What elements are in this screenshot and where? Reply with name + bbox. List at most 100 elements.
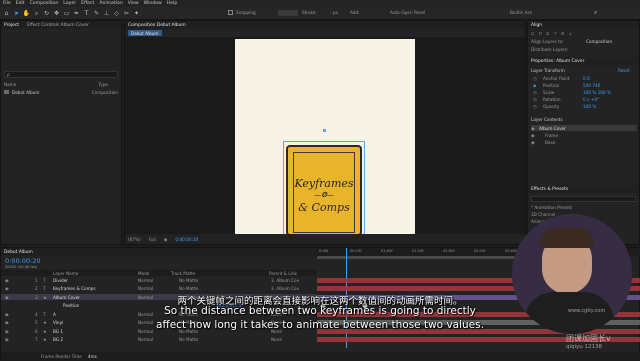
tab-project[interactable]: Project	[4, 23, 19, 28]
comp-timecode[interactable]: 0:00:00:20	[175, 237, 198, 242]
layer-row[interactable]: ◉ 7 ★ BG 2 Normal No Matte None	[1, 337, 316, 343]
project-search-input[interactable]: ρ	[4, 71, 118, 78]
album-title-line2: & Comps	[298, 201, 350, 214]
align-right-icon[interactable]: ⊐	[546, 31, 550, 36]
align-left-icon[interactable]: ⊏	[531, 31, 535, 36]
layer-mode-select[interactable]: Normal	[138, 286, 153, 291]
resolution-select[interactable]: Full	[149, 237, 156, 242]
tab-effect-controls[interactable]: Effect Controls Album Cover	[27, 23, 89, 28]
home-icon[interactable]: ⌂	[3, 10, 10, 17]
align-to-select[interactable]: Composition	[586, 39, 612, 44]
layer-name[interactable]: Keyframes & Comps	[53, 286, 96, 291]
layer-number: 1	[35, 277, 38, 283]
layer-mode-select[interactable]: Normal	[138, 337, 153, 342]
workspace-label[interactable]: Builtin Ass	[510, 10, 532, 15]
layer-name[interactable]: BG 2	[53, 337, 63, 342]
effects-item-presets[interactable]: * Animation Presets	[531, 205, 572, 210]
magnification-select[interactable]: (67%)	[128, 237, 141, 242]
reset-button[interactable]: Reset	[618, 68, 630, 73]
menu-view[interactable]: View	[128, 1, 139, 6]
eraser-tool-icon[interactable]: ◇	[113, 10, 120, 17]
pan-behind-icon[interactable]: ✥	[53, 10, 60, 17]
eye-icon[interactable]: ◉	[5, 286, 9, 291]
prop-row-scale[interactable]: ◷ Scale 100 % 100 %	[533, 89, 637, 95]
stopwatch-icon[interactable]: ◷	[533, 97, 543, 102]
search-icon[interactable]: ⌕	[594, 9, 597, 17]
auto-open-label[interactable]: Auto-Open Panel	[390, 10, 425, 15]
align-center-icon[interactable]: ⊓	[539, 31, 542, 36]
menu-animation[interactable]: Animation	[99, 1, 122, 6]
layer-mode-select[interactable]: Normal	[138, 278, 153, 283]
layer-parent-select[interactable]: 3. Album Cov	[271, 278, 299, 283]
eye-icon[interactable]: ◉	[5, 278, 9, 283]
stopwatch-icon[interactable]: ◷	[533, 76, 543, 81]
align-top-icon[interactable]: ⊤	[553, 31, 557, 36]
eye-icon[interactable]: ◉	[531, 126, 539, 131]
menu-file[interactable]: File	[3, 1, 11, 6]
comp-breadcrumb[interactable]: Debut Album	[128, 30, 162, 36]
prop-row-position[interactable]: ◆ Position 540 740	[533, 82, 637, 88]
tab-align[interactable]: Align	[531, 23, 542, 28]
project-item[interactable]: Debut Album Composition	[4, 89, 118, 95]
eye-icon[interactable]: ◉	[531, 140, 545, 145]
layer-row[interactable]: ◉ 1 T Divider Normal No Matte 3. Album Cov	[1, 277, 316, 283]
camera-icon[interactable]: ◉	[164, 237, 168, 242]
layer-row[interactable]: ◉ 2 T Keyframes & Comps Normal No Matte 3. Alb…	[1, 286, 316, 292]
stamp-tool-icon[interactable]: ⊥	[103, 10, 110, 17]
tab-composition[interactable]: Composition Debut Album	[128, 23, 186, 28]
column-mode[interactable]: Mode	[138, 271, 149, 276]
column-layer-name[interactable]: Layer Name	[53, 271, 78, 276]
type-tool-icon[interactable]: T	[83, 10, 90, 17]
stopwatch-icon[interactable]: ◷	[533, 104, 543, 109]
tab-properties[interactable]: Properties: Album Cover	[531, 59, 584, 64]
menu-window[interactable]: Window	[144, 1, 162, 6]
column-type[interactable]: Type	[98, 82, 108, 87]
timeline-timecode[interactable]: 0:00:00:20	[5, 257, 41, 265]
pen-tool-icon[interactable]: ✒	[73, 10, 80, 17]
stopwatch-active-icon[interactable]: ◆	[533, 83, 543, 88]
menu-effect[interactable]: Effect	[81, 1, 94, 6]
stroke-value[interactable]: - px	[330, 10, 338, 15]
roto-tool-icon[interactable]: ✂	[123, 10, 130, 17]
zoom-tool-icon[interactable]: ⌕	[33, 10, 40, 17]
effects-search-input[interactable]	[531, 196, 636, 202]
layer-track-matte-select[interactable]: No Matte	[179, 337, 198, 342]
timeline-frames: 00020 (30.00 fps)	[5, 265, 38, 269]
tab-timeline[interactable]: Debut Album	[4, 250, 33, 255]
comp-tabbar: Composition Debut Album	[125, 21, 525, 29]
layer-track-matte-select[interactable]: No Matte	[179, 286, 198, 291]
contents-item-album-cover[interactable]: ◉ Album Cover	[531, 125, 637, 131]
menu-composition[interactable]: Composition	[30, 1, 59, 6]
layer-track-matte-select[interactable]: No Matte	[179, 278, 198, 283]
layer-name[interactable]: Divider	[53, 278, 68, 283]
puppet-tool-icon[interactable]: ✦	[133, 10, 140, 17]
column-name[interactable]: Name	[4, 82, 16, 87]
orbit-tool-icon[interactable]: ↻	[43, 10, 50, 17]
comp-viewer[interactable]: Keyframes —❂— & Comps	[125, 37, 525, 234]
contents-item-frame[interactable]: ◉ Frame	[531, 132, 637, 138]
hand-tool-icon[interactable]: ✋	[23, 10, 30, 17]
menu-help[interactable]: Help	[167, 1, 177, 6]
snapping-checkbox[interactable]	[228, 10, 233, 15]
column-parent[interactable]: Parent & Link	[269, 271, 297, 276]
menu-edit[interactable]: Edit	[16, 1, 25, 6]
rectangle-tool-icon[interactable]: ▭	[63, 10, 70, 17]
transform-handle-top[interactable]	[323, 129, 326, 132]
eye-icon[interactable]: ◉	[5, 337, 9, 342]
contents-item-base[interactable]: ◉ Base	[531, 139, 637, 145]
layer-parent-select[interactable]: None	[271, 337, 282, 342]
align-middle-icon[interactable]: ≡	[561, 31, 565, 36]
eye-icon[interactable]: ◉	[531, 133, 545, 138]
fill-swatch[interactable]	[278, 10, 298, 16]
brush-tool-icon[interactable]: ✎	[93, 10, 100, 17]
tab-effects-presets[interactable]: Effects & Presets	[531, 187, 568, 192]
prop-row-anchor[interactable]: ◷ Anchor Point 0 0	[533, 75, 637, 81]
selection-tool-icon[interactable]: ➤	[13, 10, 20, 17]
layer-parent-select[interactable]: 3. Album Cov	[271, 286, 299, 291]
stopwatch-icon[interactable]: ◷	[533, 90, 543, 95]
prop-row-rotation[interactable]: ◷ Rotation 0 x +0°	[533, 96, 637, 102]
column-track-matte[interactable]: Track Matte	[171, 271, 195, 276]
align-bottom-icon[interactable]: ⊥	[568, 31, 572, 36]
menu-layer[interactable]: Layer	[63, 1, 76, 6]
prop-row-opacity[interactable]: ◷ Opacity 100 %	[533, 103, 637, 109]
